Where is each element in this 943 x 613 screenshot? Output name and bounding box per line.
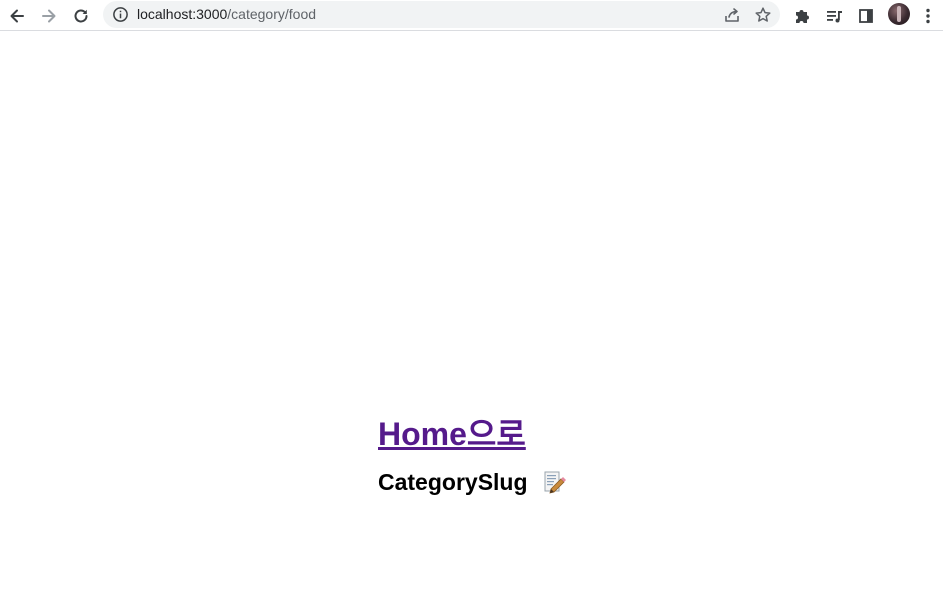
url-path: /category/food — [227, 6, 317, 22]
media-button[interactable] — [821, 3, 847, 29]
side-panel-icon — [859, 9, 873, 23]
reload-icon — [74, 9, 88, 23]
url-text: localhost:3000/category/food — [137, 6, 316, 23]
address-bar[interactable]: localhost:3000/category/food — [103, 1, 780, 28]
arrow-right-icon — [42, 9, 56, 23]
extensions-button[interactable] — [789, 3, 815, 29]
browser-toolbar: localhost:3000/category/food — [0, 0, 943, 31]
category-slug-title: CategorySlug — [378, 469, 528, 495]
memo-icon — [544, 471, 566, 494]
avatar[interactable] — [888, 3, 910, 25]
star-icon[interactable] — [754, 6, 772, 24]
arrow-left-icon — [10, 9, 24, 23]
home-link[interactable]: Home으로 — [378, 410, 526, 458]
puzzle-icon — [796, 10, 809, 23]
side-panel-button[interactable] — [853, 3, 879, 29]
reload-button[interactable] — [68, 3, 94, 29]
avatar-highlight — [897, 6, 901, 22]
page-content: Home으로 CategorySlug — [378, 410, 566, 496]
kebab-menu-icon — [926, 8, 930, 24]
back-button[interactable] — [4, 3, 30, 29]
media-playlist-icon — [827, 11, 842, 23]
url-host: localhost:3000 — [137, 6, 228, 22]
info-icon[interactable] — [112, 6, 129, 23]
forward-button[interactable] — [36, 3, 62, 29]
category-heading-row: CategorySlug — [378, 468, 566, 496]
menu-button[interactable] — [918, 3, 938, 29]
share-icon[interactable] — [723, 6, 741, 24]
